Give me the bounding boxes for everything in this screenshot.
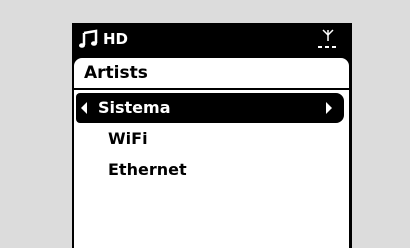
menu-item-label: WiFi [108, 129, 148, 148]
antenna-icon [318, 29, 336, 48]
arrow-right-icon[interactable] [326, 102, 332, 114]
status-bar: HD [72, 23, 352, 58]
menu-item-label: Sistema [98, 98, 171, 117]
menu-panel: Artists Sistema WiFi Ethernet [74, 58, 349, 248]
device-screen: HD Artists Sistema WiFi Ethernet [72, 23, 352, 248]
music-note-icon [79, 29, 98, 48]
menu-item-wifi[interactable]: WiFi [74, 124, 349, 154]
menu-item-ethernet[interactable]: Ethernet [74, 155, 349, 185]
arrow-left-icon[interactable] [81, 102, 87, 114]
menu-item-sistema[interactable]: Sistema [76, 93, 344, 123]
menu-item-label: Ethernet [108, 160, 187, 179]
page-title: Artists [84, 63, 148, 83]
hd-label: HD [103, 30, 129, 48]
header: Artists [74, 58, 349, 90]
